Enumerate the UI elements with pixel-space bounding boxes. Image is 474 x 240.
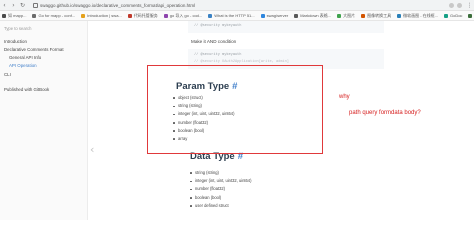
code-line: // @security mykeyauth [194,53,242,57]
bookmark-item[interactable]: Go for mapp - conf... [32,13,75,18]
bookmark-favicon-icon [361,13,366,18]
bookmark-label: 如 mapp... [8,12,27,18]
search-input[interactable] [4,25,82,32]
list-item: user defined struct [188,202,251,210]
bookmark-item[interactable]: 微软画图 - 在线框... [397,13,438,19]
annotation-highlight-box [147,65,323,154]
reload-icon[interactable]: ↻ [18,1,27,10]
bookmark-favicon-icon [337,13,342,18]
bookmark-label: 大图片 [343,12,356,18]
bookmark-label: 图像转换工具 [367,12,392,18]
bookmark-favicon-icon [443,13,448,18]
bookmark-label: What is the HTTP 51... [214,13,255,18]
bookmark-label: swag/server [266,13,289,18]
bookmark-item[interactable]: GoSwag | Swagger... [468,13,474,18]
lock-icon [33,2,38,8]
published-with-gitbook-link[interactable]: Published with GitBook [4,87,49,92]
sidebar-item-general-api-info[interactable]: General API Info [9,55,41,60]
bookmark-item[interactable]: What is the HTTP 51... [208,13,255,18]
code-block-security-single: // @security mykeyauth [188,21,384,33]
bookmark-item[interactable]: 大图片 [337,13,355,19]
bookmark-item[interactable]: 如 mapp... [2,13,26,19]
forward-icon[interactable]: › [9,1,18,10]
bookmark-favicon-icon [397,13,402,18]
bookmark-item[interactable]: GoDoc [443,13,463,18]
bookmark-item[interactable]: Markdown 表格... [294,13,331,19]
extension-icon[interactable] [449,2,454,8]
menu-icon[interactable]: ⋮ [465,1,474,10]
bookmark-item[interactable]: 图像转换工具 [361,13,391,19]
sidebar-item-declarative-comments-format[interactable]: Declarative Comments Format [4,47,64,52]
bookmark-label: Go for mapp - conf... [38,13,76,18]
url-field[interactable]: swaggo.github.io/swaggo.io/declarative_c… [40,3,195,8]
annotation-why: why [339,94,350,100]
previous-page-icon[interactable]: ‹ [90,143,94,156]
sidebar-item-introduction[interactable]: Introduction [4,39,27,44]
bookmark-favicon-icon [468,13,473,18]
bookmark-favicon-icon [294,13,299,18]
bookmark-favicon-icon [32,13,37,18]
bookmark-item[interactable]: swag/server [260,13,289,18]
data-type-list: string (string) integer (int, uint, uint3… [188,169,251,210]
bookmark-label: go 导入 go - cod... [169,12,203,18]
list-item: number (float32) [188,185,251,193]
bookmark-favicon-icon [260,13,265,18]
list-item: integer (int, uint, uint32, uint64) [188,177,251,185]
list-item: boolean (bool) [188,194,251,202]
bookmark-label: 微软画图 - 在线框... [403,12,438,18]
code-line: // @security OAuth2Application[write, ad… [194,60,289,64]
bookmark-item[interactable]: 代码托管服务 [127,12,158,19]
bookmark-item[interactable]: Introduction | swa... [81,13,122,18]
annotation-question: path query formdata body? [349,110,421,116]
bookmark-label: 代码托管服务 [133,12,158,18]
bookmark-label: GoDoc [449,13,463,18]
sidebar: Introduction Declarative Comments Format… [0,21,88,220]
bookmark-item[interactable]: go 导入 go - cod... [163,12,203,19]
profile-icon[interactable] [457,2,462,8]
bookmark-favicon-icon [127,13,132,18]
bookmark-favicon-icon [208,13,213,18]
list-item: string (string) [188,169,251,177]
bookmarks-bar: 如 mapp... Go for mapp - conf... Introducti… [0,11,474,21]
back-icon[interactable]: ‹ [0,1,9,10]
bookmark-favicon-icon [2,13,6,18]
bookmark-label: Introduction | swa... [87,13,122,18]
paragraph-and-condition: Make it AND condition [191,39,237,44]
sidebar-item-cli[interactable]: CLI [4,72,11,77]
sidebar-item-api-operation[interactable]: API Operation [9,63,37,68]
code-line: // @security mykeyauth [194,24,242,28]
browser-address-bar: ‹ › ↻ swaggo.github.io/swaggo.io/declara… [0,0,474,11]
bookmark-label: Markdown 表格... [300,12,332,18]
bookmark-favicon-icon [163,13,168,18]
bookmark-favicon-icon [81,13,86,18]
